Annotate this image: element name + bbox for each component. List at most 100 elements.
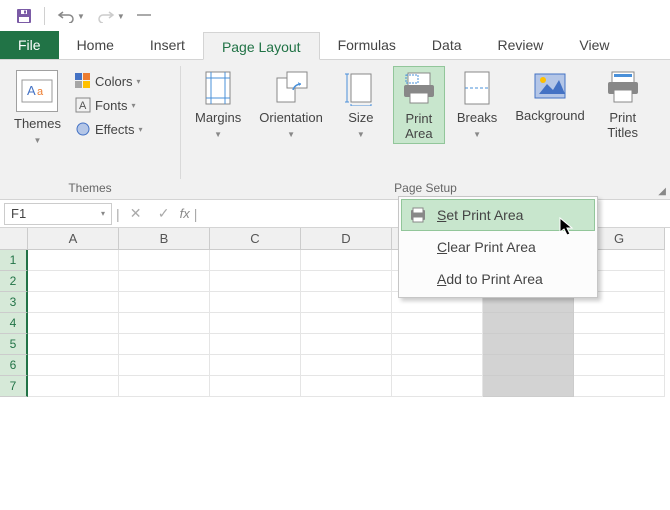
print-area-label: Print Area	[405, 111, 432, 141]
effects-button[interactable]: Effects▾	[75, 118, 143, 140]
cell[interactable]	[210, 292, 301, 313]
svg-text:A: A	[27, 83, 36, 98]
row-header[interactable]: 7	[0, 376, 28, 397]
print-area-button[interactable]: Print Area	[393, 66, 445, 144]
cancel-button[interactable]: ✕	[124, 205, 148, 222]
cell[interactable]	[301, 313, 392, 334]
cell[interactable]	[483, 334, 574, 355]
row-header[interactable]: 6	[0, 355, 28, 376]
size-button[interactable]: Size▼	[335, 66, 387, 144]
themes-icon: Aa	[16, 70, 58, 112]
breaks-label: Breaks	[457, 110, 497, 125]
cell[interactable]	[210, 271, 301, 292]
cell[interactable]	[28, 334, 119, 355]
fonts-button[interactable]: A Fonts▾	[75, 94, 143, 116]
themes-button[interactable]: Aa Themes▼	[8, 66, 67, 150]
cell[interactable]	[392, 334, 483, 355]
cell[interactable]	[574, 355, 665, 376]
enter-button[interactable]: ✓	[152, 205, 176, 222]
cell[interactable]	[28, 250, 119, 271]
cell[interactable]	[483, 376, 574, 397]
cell[interactable]	[119, 292, 210, 313]
menu-item-clear-print-area[interactable]: Clear Print Area	[401, 231, 595, 263]
page-setup-dialog-launcher[interactable]: ◢	[658, 186, 666, 197]
column-header[interactable]: D	[301, 228, 392, 250]
tab-page-layout[interactable]: Page Layout	[203, 32, 320, 60]
cell[interactable]	[574, 334, 665, 355]
size-label: Size	[348, 110, 373, 125]
ribbon-tabs: File Home Insert Page Layout Formulas Da…	[0, 32, 670, 60]
cell[interactable]	[392, 355, 483, 376]
group-page-setup: Margins▼ Orientation▼ Size▼ Print Area B…	[181, 60, 670, 199]
cell[interactable]	[28, 376, 119, 397]
column-header[interactable]: C	[210, 228, 301, 250]
cell[interactable]	[210, 334, 301, 355]
menu-item-set-print-area[interactable]: Set Print Area	[401, 199, 595, 231]
cell[interactable]	[119, 250, 210, 271]
row-header[interactable]: 3	[0, 292, 28, 313]
tab-view[interactable]: View	[561, 31, 627, 59]
tab-home[interactable]: Home	[59, 31, 132, 59]
cell[interactable]	[483, 313, 574, 334]
row-header[interactable]: 4	[0, 313, 28, 334]
menu-item-add-to-print-area[interactable]: Add to Print Area	[401, 263, 595, 295]
breaks-button[interactable]: Breaks▼	[451, 66, 503, 144]
redo-button[interactable]: ▼	[97, 9, 125, 23]
cell[interactable]	[210, 355, 301, 376]
row-header[interactable]: 1	[0, 250, 28, 271]
cell[interactable]	[28, 292, 119, 313]
cell[interactable]	[210, 313, 301, 334]
menu-label-clear: Clear Print Area	[437, 239, 536, 255]
print-area-menu: Set Print Area Clear Print Area Add to P…	[398, 196, 598, 298]
cell[interactable]	[119, 334, 210, 355]
cell[interactable]	[574, 376, 665, 397]
name-box[interactable]: F1 ▾	[4, 203, 112, 225]
svg-text:A: A	[79, 100, 87, 112]
cell[interactable]	[119, 376, 210, 397]
orientation-icon	[273, 70, 309, 106]
background-button[interactable]: Background	[509, 66, 590, 144]
cell[interactable]	[28, 313, 119, 334]
cell[interactable]	[28, 271, 119, 292]
select-all-corner[interactable]	[0, 228, 28, 250]
cell[interactable]	[301, 250, 392, 271]
cell[interactable]	[392, 313, 483, 334]
group-label-themes: Themes	[8, 179, 172, 197]
row-header[interactable]: 5	[0, 334, 28, 355]
cell[interactable]	[301, 376, 392, 397]
cell[interactable]	[210, 376, 301, 397]
cell[interactable]	[28, 355, 119, 376]
cell[interactable]	[483, 355, 574, 376]
ribbon: Aa Themes▼ Colors▾ A Fonts▾ Effects▾	[0, 60, 670, 200]
orientation-button[interactable]: Orientation▼	[253, 66, 329, 144]
undo-button[interactable]: ▼	[57, 9, 85, 23]
orientation-label: Orientation	[259, 110, 323, 125]
cell[interactable]	[574, 313, 665, 334]
column-header[interactable]: A	[28, 228, 119, 250]
customize-qat-button[interactable]	[137, 14, 151, 18]
cell[interactable]	[392, 376, 483, 397]
column-header[interactable]: B	[119, 228, 210, 250]
cell[interactable]	[301, 355, 392, 376]
cell[interactable]	[301, 334, 392, 355]
print-titles-label: Print Titles	[607, 110, 638, 140]
save-icon[interactable]	[16, 8, 32, 24]
group-label-page-setup: Page Setup	[189, 179, 662, 197]
print-titles-button[interactable]: Print Titles	[597, 66, 649, 144]
cell[interactable]	[119, 271, 210, 292]
chevron-down-icon: ▾	[101, 209, 105, 218]
colors-button[interactable]: Colors▾	[75, 70, 143, 92]
cell[interactable]	[301, 292, 392, 313]
tab-file[interactable]: File	[0, 31, 59, 59]
tab-insert[interactable]: Insert	[132, 31, 203, 59]
cell[interactable]	[210, 250, 301, 271]
row-header[interactable]: 2	[0, 271, 28, 292]
tab-review[interactable]: Review	[480, 31, 562, 59]
cell[interactable]	[301, 271, 392, 292]
margins-button[interactable]: Margins▼	[189, 66, 247, 144]
cell[interactable]	[119, 355, 210, 376]
insert-function-button[interactable]: fx	[180, 206, 190, 221]
tab-data[interactable]: Data	[414, 31, 480, 59]
cell[interactable]	[119, 313, 210, 334]
tab-formulas[interactable]: Formulas	[320, 31, 414, 59]
